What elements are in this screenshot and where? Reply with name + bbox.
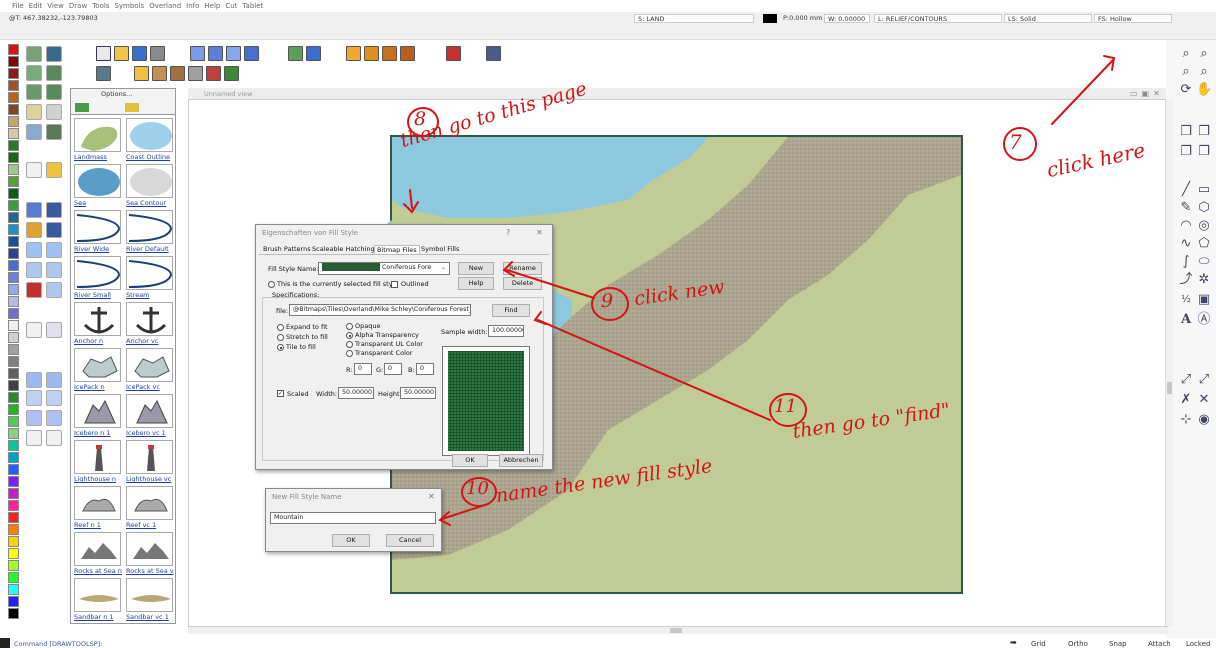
attach-button[interactable]: Attach xyxy=(1148,640,1171,648)
annotation-step-7-number: 7 xyxy=(1009,130,1022,154)
annotation-overlay xyxy=(403,55,1116,526)
command-line[interactable]: Command [DRAWTOOLSP]: xyxy=(14,640,102,648)
current-color-swatch[interactable] xyxy=(0,638,10,648)
snap-button[interactable]: Snap xyxy=(1109,640,1127,648)
annotation-step-11-number: 11 xyxy=(774,396,797,417)
annotation-step-9-number: 9 xyxy=(601,290,614,312)
pin-icon: ➡ xyxy=(1010,638,1017,647)
annotation-step-10-number: 10 xyxy=(466,478,489,499)
ortho-button[interactable]: Ortho xyxy=(1068,640,1088,648)
grid-button[interactable]: Grid xyxy=(1031,640,1046,648)
locked-button[interactable]: Locked xyxy=(1186,640,1210,648)
